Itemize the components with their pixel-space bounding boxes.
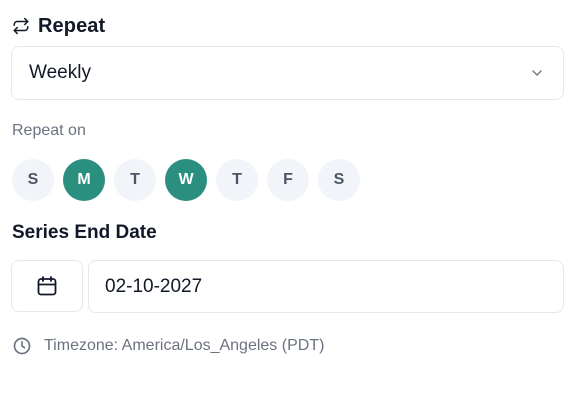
day-toggle-monday[interactable]: M (63, 159, 105, 201)
day-toggle-tuesday[interactable]: T (114, 159, 156, 201)
repeat-header: Repeat (12, 14, 105, 38)
repeat-frequency-select[interactable]: Weekly (11, 46, 564, 100)
calendar-icon (35, 274, 59, 298)
day-toggle-wednesday[interactable]: W (165, 159, 207, 201)
repeat-settings-panel: Repeat Weekly Repeat on S M T W T F S Se… (0, 0, 576, 410)
timezone-text: Timezone: America/Los_Angeles (PDT) (44, 337, 325, 354)
repeat-on-label: Repeat on (12, 122, 86, 139)
repeat-frequency-value: Weekly (29, 62, 91, 83)
day-toggle-friday[interactable]: F (267, 159, 309, 201)
day-toggle-thursday[interactable]: T (216, 159, 258, 201)
repeat-title: Repeat (38, 14, 106, 37)
clock-icon (12, 336, 32, 356)
day-toggle-saturday[interactable]: S (318, 159, 360, 201)
timezone-info: Timezone: America/Los_Angeles (PDT) (12, 336, 324, 356)
calendar-picker-button[interactable] (11, 260, 83, 312)
series-end-date-label: Series End Date (12, 222, 157, 243)
repeat-icon (12, 17, 30, 35)
chevron-down-icon (529, 65, 545, 81)
day-toggle-sunday[interactable]: S (12, 159, 54, 201)
weekday-selector: S M T W T F S (12, 159, 360, 201)
series-end-date-input[interactable] (88, 260, 564, 313)
